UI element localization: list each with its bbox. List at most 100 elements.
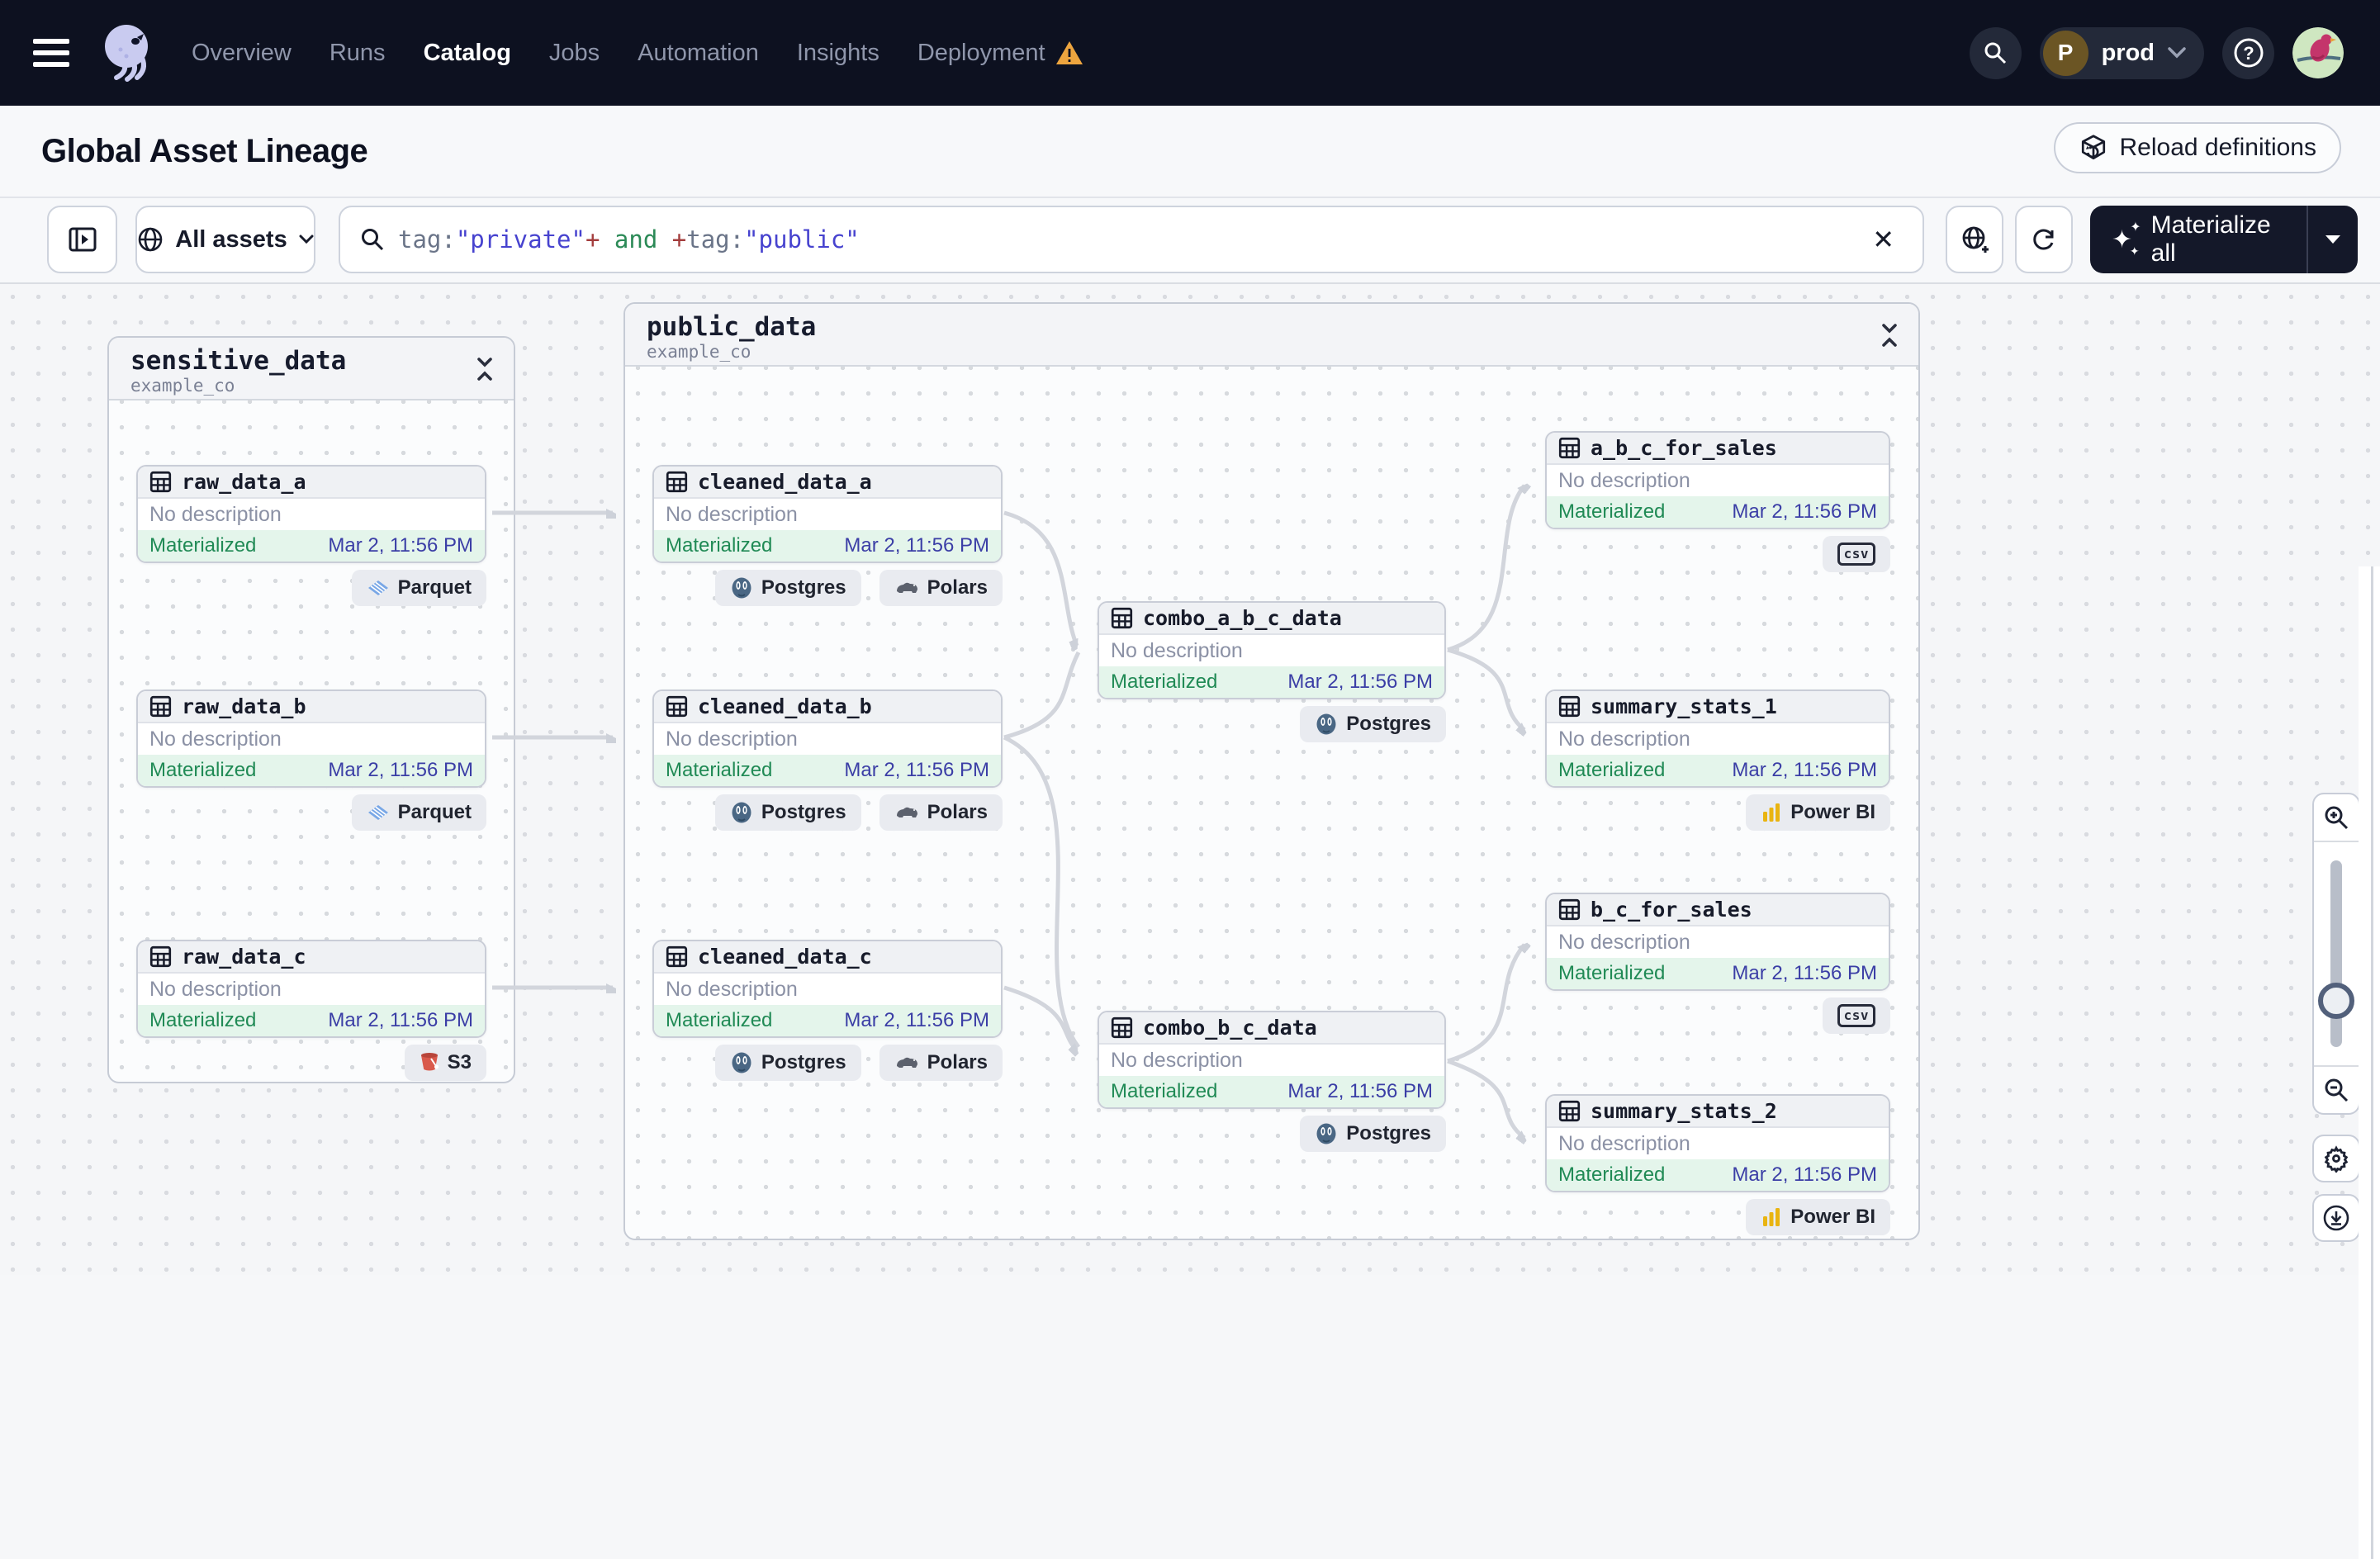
nav-item-catalog[interactable]: Catalog bbox=[424, 40, 511, 67]
search-icon bbox=[362, 229, 384, 251]
asset-status-row: Materialized Mar 2, 11:56 PM bbox=[654, 755, 1001, 786]
refresh-button[interactable] bbox=[2015, 206, 2073, 273]
nav-item-deployment[interactable]: Deployment bbox=[917, 40, 1045, 67]
asset-node-raw-data-a[interactable]: raw_data_a No description Materialized M… bbox=[136, 465, 486, 563]
zoom-out-icon bbox=[2325, 1078, 2349, 1102]
asset-node-summary-stats-2[interactable]: summary_stats_2 No description Materiali… bbox=[1545, 1094, 1890, 1192]
collapse-group-icon[interactable] bbox=[474, 356, 495, 382]
lineage-toolbar: All assets tag:"private"+ and +tag:"publ… bbox=[0, 198, 2380, 282]
tag-power-bi[interactable]: Power BI bbox=[1746, 1199, 1890, 1235]
asset-tags: Parquet bbox=[136, 570, 486, 606]
collapse-group-icon[interactable] bbox=[1879, 322, 1900, 348]
nav-item-automation[interactable]: Automation bbox=[638, 40, 759, 67]
asset-search-input[interactable]: tag:"private"+ and +tag:"public" ✕ bbox=[339, 206, 1924, 273]
zoom-in-button[interactable] bbox=[2314, 794, 2359, 842]
s3-icon bbox=[420, 1053, 439, 1071]
table-icon bbox=[1558, 437, 1581, 459]
lineage-canvas[interactable]: sensitive_data example_co public_data ex… bbox=[0, 282, 2380, 1559]
help-icon: ? bbox=[2234, 38, 2263, 68]
tag-polars[interactable]: Polars bbox=[879, 1045, 1003, 1081]
view-external-assets-button[interactable] bbox=[1946, 206, 2003, 273]
asset-node-a-b-c-for-sales[interactable]: a_b_c_for_sales No description Materiali… bbox=[1545, 431, 1890, 529]
asset-description: No description bbox=[666, 502, 798, 526]
asset-node-raw-data-c[interactable]: raw_data_c No description Materialized M… bbox=[136, 940, 486, 1038]
asset-node-combo-b-c-data[interactable]: combo_b_c_data No description Materializ… bbox=[1098, 1011, 1446, 1109]
asset-node-cleaned-data-b[interactable]: cleaned_data_b No description Materializ… bbox=[652, 689, 1003, 788]
graph-settings-button[interactable] bbox=[2312, 1135, 2360, 1182]
postgres-icon bbox=[732, 577, 751, 599]
status-badge: Materialized bbox=[149, 534, 257, 557]
user-avatar[interactable] bbox=[2292, 27, 2344, 78]
asset-status-row: Materialized Mar 2, 11:56 PM bbox=[1099, 1076, 1444, 1107]
tag-parquet[interactable]: Parquet bbox=[351, 570, 486, 606]
table-icon bbox=[1558, 695, 1581, 718]
asset-description: No description bbox=[1111, 1048, 1243, 1072]
tag-csv[interactable]: csv bbox=[1822, 997, 1890, 1034]
asset-description: No description bbox=[1558, 468, 1690, 492]
asset-status-row: Materialized Mar 2, 11:56 PM bbox=[1547, 496, 1889, 528]
asset-name: cleaned_data_c bbox=[698, 945, 872, 969]
nav-items: Overview Runs Catalog Jobs Automation In… bbox=[192, 40, 1083, 67]
help-button[interactable]: ? bbox=[2222, 26, 2274, 79]
dagster-logo-icon[interactable] bbox=[99, 21, 154, 84]
status-badge: Materialized bbox=[666, 534, 773, 557]
zoom-slider[interactable] bbox=[2314, 842, 2359, 1065]
tag-postgres[interactable]: Postgres bbox=[714, 570, 861, 606]
tag-s3[interactable]: S3 bbox=[404, 1045, 486, 1081]
download-graph-button[interactable] bbox=[2312, 1194, 2360, 1242]
materialize-options-caret[interactable] bbox=[2307, 206, 2358, 273]
group-header[interactable]: public_data example_co bbox=[625, 304, 1918, 367]
group-subtitle: example_co bbox=[647, 342, 751, 362]
asset-node-cleaned-data-c[interactable]: cleaned_data_c No description Materializ… bbox=[652, 940, 1003, 1038]
download-icon bbox=[2323, 1205, 2349, 1231]
asset-node-cleaned-data-a[interactable]: cleaned_data_a No description Materializ… bbox=[652, 465, 1003, 563]
asset-description: No description bbox=[1558, 727, 1690, 751]
asset-node-combo-a-b-c-data[interactable]: combo_a_b_c_data No description Material… bbox=[1098, 601, 1446, 699]
tag-csv[interactable]: csv bbox=[1822, 536, 1890, 572]
asset-status-row: Materialized Mar 2, 11:56 PM bbox=[654, 530, 1001, 562]
table-icon bbox=[149, 695, 172, 718]
nav-item-insights[interactable]: Insights bbox=[797, 40, 879, 67]
open-left-panel-button[interactable] bbox=[47, 206, 117, 273]
global-search-button[interactable] bbox=[1969, 26, 2022, 79]
search-query-text: tag:"private"+ and +tag:"public" bbox=[398, 225, 860, 254]
tag-postgres[interactable]: Postgres bbox=[714, 1045, 861, 1081]
tag-polars[interactable]: Polars bbox=[879, 794, 1003, 831]
tag-label: S3 bbox=[447, 1051, 472, 1073]
tag-postgres[interactable]: Postgres bbox=[1300, 706, 1446, 742]
asset-name: raw_data_c bbox=[182, 945, 306, 969]
tag-label: Polars bbox=[927, 576, 988, 599]
hamburger-menu-icon[interactable] bbox=[33, 39, 69, 67]
tag-postgres[interactable]: Postgres bbox=[714, 794, 861, 831]
table-icon bbox=[1558, 1100, 1581, 1122]
materialization-time: Mar 2, 11:56 PM bbox=[328, 1009, 473, 1031]
asset-node-summary-stats-1[interactable]: summary_stats_1 No description Materiali… bbox=[1545, 689, 1890, 788]
nav-item-runs[interactable]: Runs bbox=[330, 40, 386, 67]
zoom-out-button[interactable] bbox=[2314, 1065, 2359, 1113]
clear-search-button[interactable]: ✕ bbox=[1864, 220, 1903, 258]
deployment-switcher[interactable]: P prod bbox=[2039, 26, 2204, 79]
asset-description: No description bbox=[149, 977, 282, 1001]
materialize-all-label: Materialize all bbox=[2150, 211, 2271, 267]
asset-node-b-c-for-sales[interactable]: b_c_for_sales No description Materialize… bbox=[1545, 893, 1890, 991]
tag-postgres[interactable]: Postgres bbox=[1300, 1116, 1446, 1152]
nav-item-overview[interactable]: Overview bbox=[192, 40, 292, 67]
caret-down-icon bbox=[2325, 235, 2340, 244]
zoom-slider-thumb[interactable] bbox=[2318, 983, 2354, 1019]
asset-node-raw-data-b[interactable]: raw_data_b No description Materialized M… bbox=[136, 689, 486, 788]
tag-polars[interactable]: Polars bbox=[879, 570, 1003, 606]
top-navbar: Overview Runs Catalog Jobs Automation In… bbox=[0, 0, 2380, 106]
asset-name: combo_a_b_c_data bbox=[1143, 606, 1342, 630]
tag-power-bi[interactable]: Power BI bbox=[1746, 794, 1890, 831]
nav-item-jobs[interactable]: Jobs bbox=[549, 40, 600, 67]
reload-definitions-button[interactable]: Reload definitions bbox=[2053, 122, 2341, 173]
zoom-slider-track[interactable] bbox=[2330, 860, 2342, 1047]
tag-parquet[interactable]: Parquet bbox=[351, 794, 486, 831]
asset-scope-dropdown[interactable]: All assets bbox=[135, 206, 315, 273]
status-badge: Materialized bbox=[1558, 1163, 1666, 1186]
group-header[interactable]: sensitive_data example_co bbox=[109, 338, 514, 400]
status-badge: Materialized bbox=[666, 759, 773, 781]
materialize-all-button[interactable]: ✦ ✦ ✦ Materialize all bbox=[2090, 206, 2358, 273]
asset-description: No description bbox=[666, 977, 798, 1001]
materialize-all-main[interactable]: ✦ ✦ ✦ Materialize all bbox=[2090, 206, 2307, 273]
